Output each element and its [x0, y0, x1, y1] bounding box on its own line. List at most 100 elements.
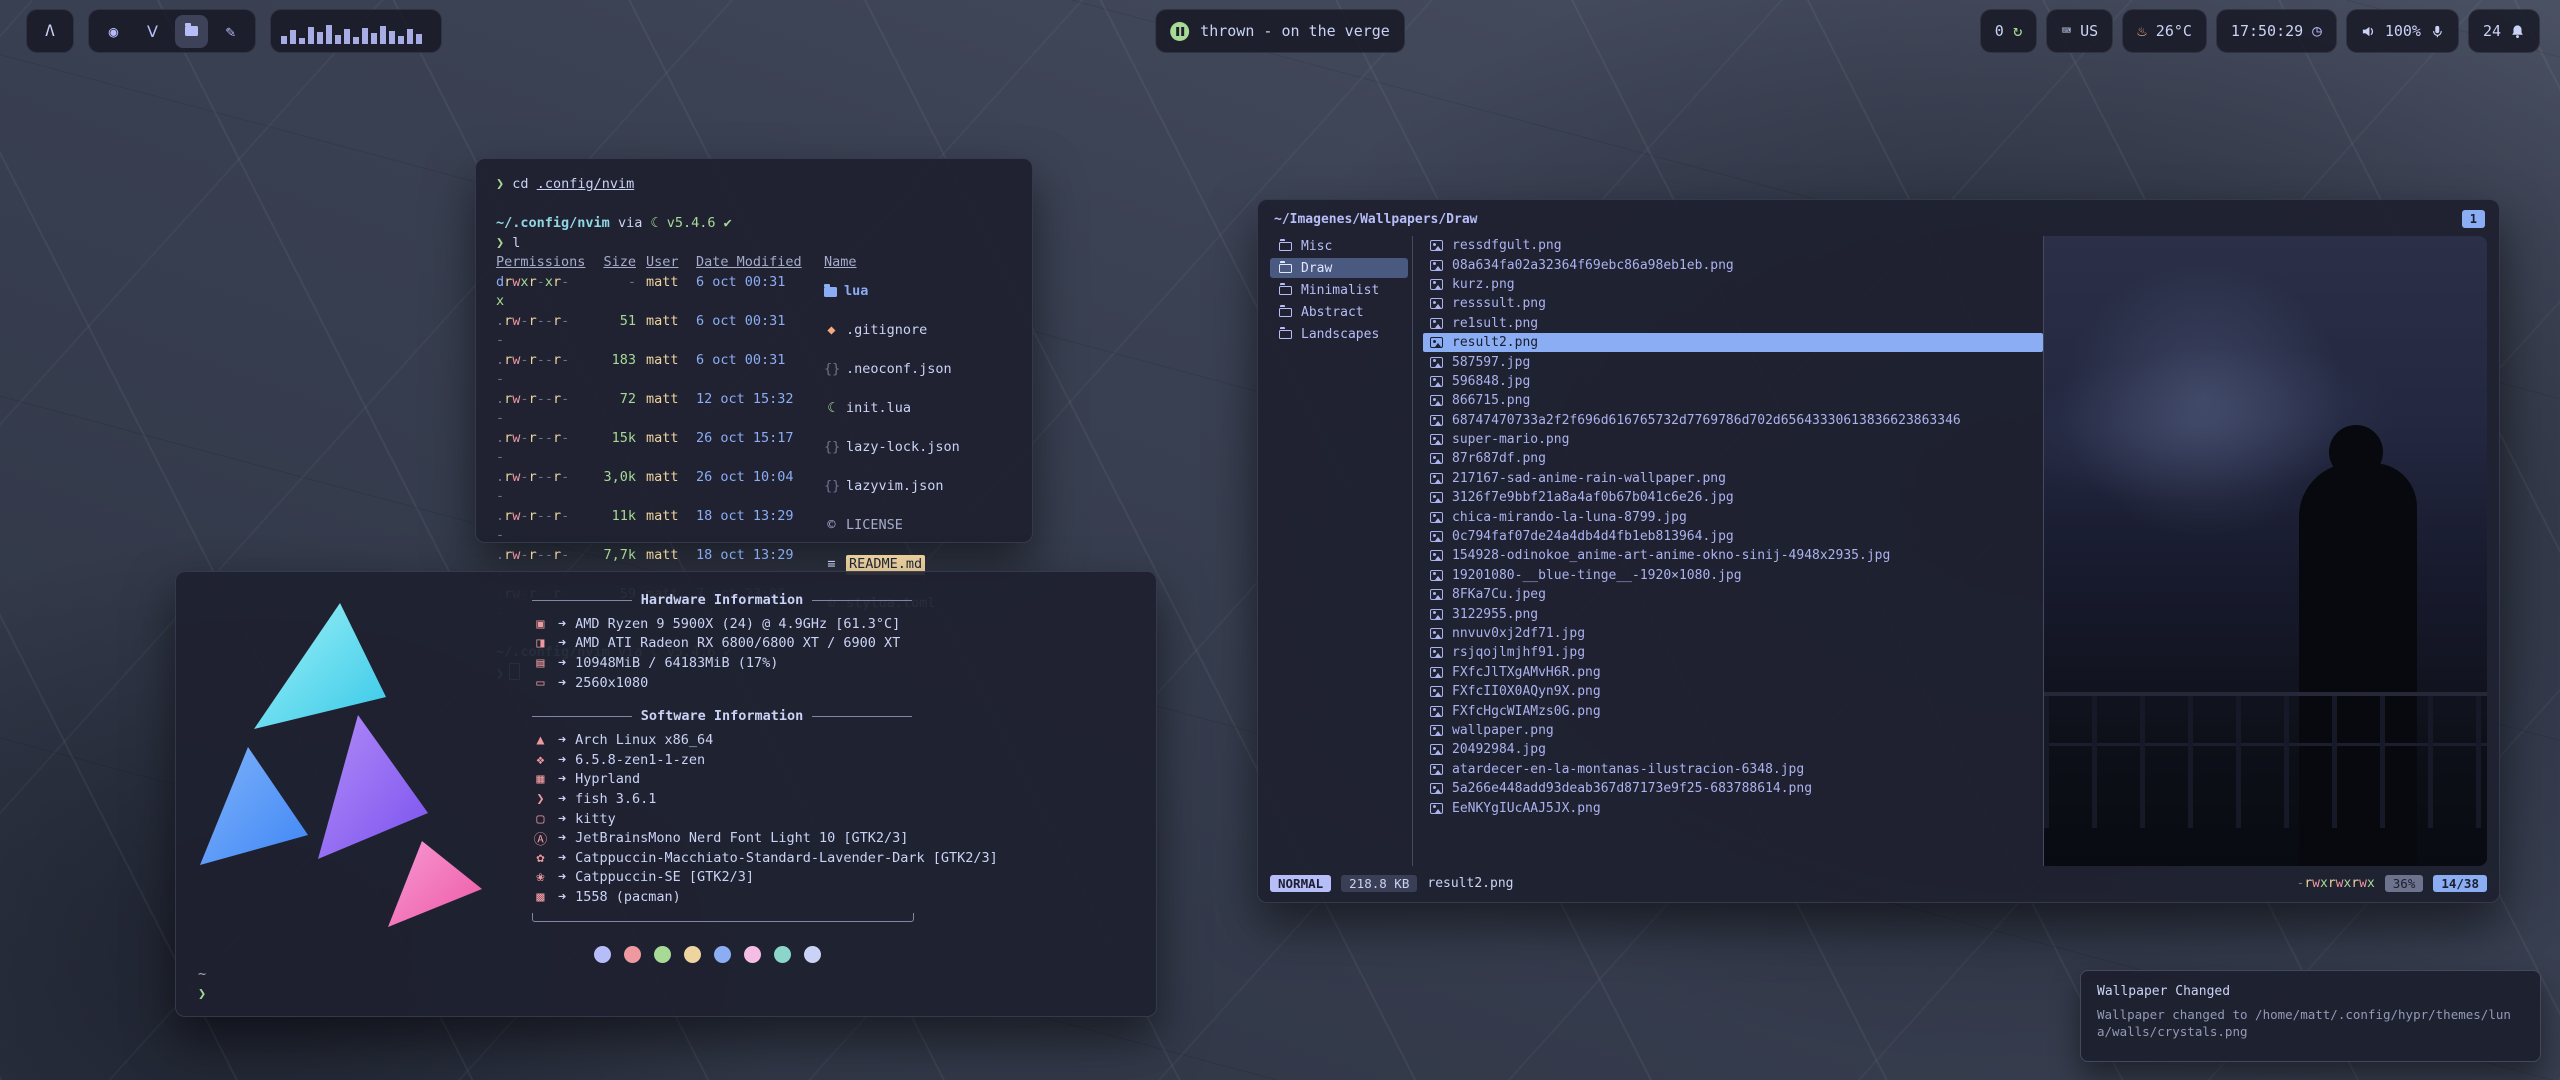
- file-list-item[interactable]: 8FKa7Cu.jpeg: [1423, 585, 2043, 604]
- file-list-item[interactable]: 68747470733a2f2f696d616765732d7769786d70…: [1423, 411, 2043, 430]
- file-name-cell: ◆.gitignore: [824, 312, 1012, 351]
- file-list-item[interactable]: 87r687df.png: [1423, 449, 2043, 468]
- image-file-icon: [1430, 415, 1443, 426]
- wallpaper-notification[interactable]: Wallpaper Changed Wallpaper changed to /…: [2080, 970, 2541, 1062]
- os-icon: ▲: [532, 732, 549, 748]
- workspace-button-3[interactable]: [175, 15, 208, 48]
- clock-widget[interactable]: 17:50:29 ◷: [2216, 9, 2337, 53]
- folder-icon: [1279, 330, 1292, 339]
- notification-title: Wallpaper Changed: [2097, 984, 2524, 999]
- top-bar-right: 0 ↻ ⌨ US ♨ 26°C 17:50:29 ◷ 100%: [1980, 9, 2540, 53]
- file-list-item[interactable]: 0c794faf07de24a4db4d4fb1eb813964.jpg: [1423, 527, 2043, 546]
- folder-icon: [824, 287, 837, 297]
- file-list-item[interactable]: kurz.png: [1423, 275, 2043, 294]
- file-list-item[interactable]: 5a266e448add93deab367d87173e9f25-6837886…: [1423, 779, 2043, 798]
- file-list-item[interactable]: atardecer-en-la-montanas-ilustracion-634…: [1423, 760, 2043, 779]
- file-owner: matt: [646, 429, 686, 468]
- notifications-widget[interactable]: 24: [2468, 9, 2540, 53]
- hardware-info-value: 2560x1080: [575, 675, 648, 691]
- file-list-item[interactable]: 08a634fa02a32364f69ebc86a98eb1eb.png: [1423, 255, 2043, 274]
- file-list-item[interactable]: 20492984.jpg: [1423, 740, 2043, 759]
- sidebar-folder-landscapes[interactable]: Landscapes: [1270, 324, 1408, 344]
- hardware-info-line: ▭➜2560x1080: [532, 673, 1132, 693]
- palette-dot: [594, 946, 611, 963]
- sidebar-folder-misc[interactable]: Misc: [1270, 236, 1408, 256]
- file-list-item[interactable]: 154928-odinokoe_anime-art-anime-okno-sin…: [1423, 546, 2043, 565]
- listing-column-header: Name: [824, 253, 1012, 273]
- file-list-item[interactable]: wallpaper.png: [1423, 721, 2043, 740]
- workspace-button-4[interactable]: ✎: [214, 15, 247, 48]
- arrow-icon: ➜: [558, 752, 566, 768]
- speaker-icon: [2361, 24, 2376, 39]
- file-name: atardecer-en-la-montanas-ilustracion-634…: [1452, 762, 1804, 777]
- audio-widget[interactable]: 100%: [2346, 9, 2459, 53]
- file-name: 0c794faf07de24a4db4d4fb1eb813964.jpg: [1452, 529, 1734, 544]
- file-list-item[interactable]: 19201080-__blue-tinge__-1920×1080.jpg: [1423, 566, 2043, 585]
- keyboard-layout: US: [2080, 22, 2098, 40]
- shell-command-line: ❯ l: [496, 234, 1012, 254]
- file-manager-window[interactable]: ~/Imagenes/Wallpapers/Draw 1 MiscDrawMin…: [1257, 199, 2500, 903]
- software-info-value: kitty: [575, 811, 616, 827]
- hardware-info-line: ▤➜10948MiB / 64183MiB (17%): [532, 653, 1132, 673]
- listing-column-header: Date Modified: [696, 253, 814, 273]
- app-launcher-button[interactable]: Λ: [26, 9, 74, 53]
- file-manager-header: ~/Imagenes/Wallpapers/Draw 1: [1274, 208, 2485, 230]
- file-list-item[interactable]: 596848.jpg: [1423, 372, 2043, 391]
- file-name: resssult.png: [1452, 296, 1546, 311]
- workspace-button-1[interactable]: ◉: [97, 15, 130, 48]
- workspace-button-2[interactable]: Ⅴ: [136, 15, 169, 48]
- tab-indicator[interactable]: 1: [2462, 210, 2485, 228]
- file-list-item[interactable]: result2.png: [1423, 333, 2043, 352]
- terminal-window[interactable]: ❯ cd .config/nvim ~/.config/nvim via ☾ v…: [475, 158, 1033, 543]
- image-file-icon: [1430, 686, 1443, 697]
- file-name: FXfcJlTXgAMvH6R.png: [1452, 665, 1601, 680]
- image-file-icon: [1430, 783, 1443, 794]
- palette-dot: [714, 946, 731, 963]
- file-list-item[interactable]: 3122955.png: [1423, 604, 2043, 623]
- file-list-item[interactable]: FXfcHgcWIAMzs0G.png: [1423, 701, 2043, 720]
- file-name: 68747470733a2f2f696d616765732d7769786d70…: [1452, 413, 1961, 428]
- hardware-info-value: AMD ATI Radeon RX 6800/6800 XT / 6900 XT: [575, 635, 900, 651]
- version-label: v5.4.6: [667, 215, 716, 231]
- file-name: 19201080-__blue-tinge__-1920×1080.jpg: [1452, 568, 1742, 583]
- media-player-widget[interactable]: thrown - on the verge: [1155, 9, 1405, 53]
- file-list-item[interactable]: 587597.jpg: [1423, 352, 2043, 371]
- file-list-item[interactable]: re1sult.png: [1423, 314, 2043, 333]
- file-name: 20492984.jpg: [1452, 742, 1546, 757]
- system-graph-widget[interactable]: [270, 9, 442, 53]
- file-list-item[interactable]: rsjqojlmjhf91.jpg: [1423, 643, 2043, 662]
- file-permissions: .rw-r--r--: [496, 507, 576, 546]
- arrow-icon: ➜: [558, 811, 566, 827]
- file-list-item[interactable]: resssult.png: [1423, 294, 2043, 313]
- file-list-item[interactable]: FXfcII0X0AQyn9X.png: [1423, 682, 2043, 701]
- file-list-item[interactable]: FXfcJlTXgAMvH6R.png: [1423, 663, 2043, 682]
- file-name: re1sult.png: [1452, 316, 1538, 331]
- sidebar-folder-abstract[interactable]: Abstract: [1270, 302, 1408, 322]
- lua-icon: ☾: [824, 399, 839, 419]
- file-name: LICENSE: [846, 516, 903, 536]
- gpu-icon: ◨: [532, 635, 549, 651]
- sidebar-folder-draw[interactable]: Draw: [1270, 258, 1408, 278]
- file-list-item[interactable]: chica-mirando-la-luna-8799.jpg: [1423, 507, 2043, 526]
- sidebar-folder-minimalist[interactable]: Minimalist: [1270, 280, 1408, 300]
- fastfetch-window[interactable]: Hardware Information ▣➜AMD Ryzen 9 5900X…: [175, 571, 1157, 1017]
- file-list-item[interactable]: EeNKYgIUcAAJ5JX.png: [1423, 798, 2043, 817]
- temperature-widget[interactable]: ♨ 26°C: [2122, 9, 2207, 53]
- file-name: rsjqojlmjhf91.jpg: [1452, 645, 1585, 660]
- wm-icon: ▦: [532, 771, 549, 787]
- file-list-item[interactable]: 3126f7e9bbf21a8a4af0b67b041c6e26.jpg: [1423, 488, 2043, 507]
- file-list-item[interactable]: ressdfgult.png: [1423, 236, 2043, 255]
- updates-widget[interactable]: 0 ↻: [1980, 9, 2038, 53]
- file-list-item[interactable]: 217167-sad-anime-rain-wallpaper.png: [1423, 469, 2043, 488]
- software-info-value: fish 3.6.1: [575, 791, 656, 807]
- image-file-icon: [1430, 318, 1443, 329]
- cpu-icon: ▣: [532, 616, 549, 632]
- file-list-item[interactable]: super-mario.png: [1423, 430, 2043, 449]
- file-list-item[interactable]: nnvuv0xj2df71.jpg: [1423, 624, 2043, 643]
- fetch-shell-prompt[interactable]: ~ ❯: [198, 965, 206, 1004]
- file-list-item[interactable]: 866715.png: [1423, 391, 2043, 410]
- file-permissions: .rw-r--r--: [496, 351, 576, 390]
- keyboard-layout-widget[interactable]: ⌨ US: [2046, 9, 2113, 53]
- via-label: via: [618, 215, 642, 231]
- image-file-icon: [1430, 725, 1443, 736]
